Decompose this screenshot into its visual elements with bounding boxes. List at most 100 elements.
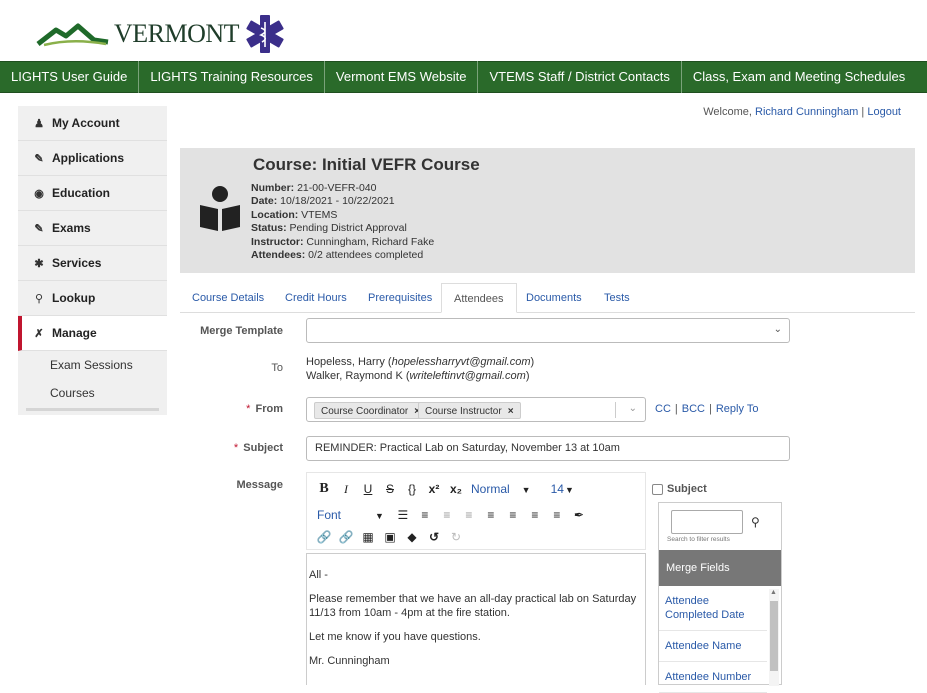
undo-icon[interactable]: ↺ [423, 530, 445, 544]
welcome-separator: | [858, 106, 868, 118]
font-family-dropdown[interactable]: Font ▼ [317, 508, 384, 522]
sidebar-item-manage[interactable]: ✗ Manage [18, 316, 167, 351]
logo-wordmark: VERMONT [114, 19, 240, 48]
field-value: 10/18/2021 - 10/22/2021 [277, 195, 395, 208]
tab-attendees[interactable]: Attendees [441, 283, 517, 313]
field-label: Status: [251, 222, 287, 235]
toolbar-row: B I U S {} x² x₂ Normal ▼ 14▼ [313, 477, 574, 501]
sidebar-item-label: Services [52, 256, 102, 270]
sidebar-scrollbar[interactable] [26, 407, 159, 411]
align-justify-icon[interactable]: ≡ [546, 508, 568, 522]
font-size-dropdown[interactable]: 14▼ [551, 482, 574, 496]
checkbox[interactable] [652, 483, 663, 495]
sidebar-item-my-account[interactable]: ♟ My Account [18, 106, 167, 141]
pen-icon[interactable]: ✒ [568, 508, 590, 522]
from-multiselect[interactable]: Course Coordinator× Course Instructor × ⌄ [306, 397, 646, 422]
tab-credit-hours[interactable]: Credit Hours [285, 283, 347, 313]
person-icon: ♟ [34, 117, 44, 130]
scroll-thumb[interactable] [770, 601, 778, 671]
nav-vermont-ems-website[interactable]: Vermont EMS Website [325, 61, 479, 93]
outdent-icon[interactable]: ≡ [436, 508, 458, 522]
recipient-email: writeleftinvt@gmail.com [409, 370, 526, 382]
graduation-cap-icon: ◉ [34, 187, 44, 200]
message-paragraph: All - [309, 569, 328, 581]
mountain-swoosh-icon [36, 23, 109, 47]
subject-merge-checkbox[interactable]: Subject [652, 483, 707, 495]
code-button[interactable]: {} [401, 482, 423, 496]
scroll-up-icon[interactable]: ▲ [770, 589, 777, 596]
redo-icon[interactable]: ↻ [445, 530, 467, 544]
message-paragraph: Mr. Cunningham [309, 655, 390, 667]
sidebar-item-services[interactable]: ✱ Services [18, 246, 167, 281]
italic-button[interactable]: I [335, 482, 357, 497]
welcome-prefix: Welcome, [703, 106, 756, 118]
subscript-button[interactable]: x₂ [445, 482, 467, 496]
tab-prerequisites[interactable]: Prerequisites [368, 283, 432, 313]
merge-field-item[interactable]: Attendee Completed Date [659, 586, 767, 631]
recipient-close: ) [530, 356, 535, 368]
tab-course-details[interactable]: Course Details [192, 283, 264, 313]
chip-remove-button[interactable]: × [508, 406, 514, 417]
merge-search-input[interactable] [671, 510, 743, 534]
align-center-icon[interactable]: ≡ [502, 508, 524, 522]
merge-fields-scrollbar[interactable]: ▲ [769, 589, 779, 686]
eraser-icon[interactable]: ◆ [401, 530, 423, 544]
message-editor[interactable]: All - Please remember that we have an al… [306, 553, 646, 685]
special-char-icon[interactable]: ▦ [357, 530, 379, 544]
merge-field-item[interactable]: Attendee Name [659, 631, 767, 662]
link-icon[interactable]: 🔗 [313, 530, 335, 544]
sidebar-item-exams[interactable]: ✎ Exams [18, 211, 167, 246]
nav-vtems-staff-contacts[interactable]: VTEMS Staff / District Contacts [478, 61, 682, 93]
unlink-icon[interactable]: 🔗 [335, 530, 357, 544]
align-left-icon[interactable]: ≡ [480, 508, 502, 522]
align-right-icon[interactable]: ≡ [524, 508, 546, 522]
chevron-down-icon[interactable]: ⌄ [629, 403, 637, 414]
search-icon[interactable]: ⚲ [751, 515, 760, 529]
recipient-email: hopelessharryvt@gmail.com [391, 356, 531, 368]
reply-to-link[interactable]: Reply To [716, 403, 759, 415]
from-label: * From [163, 403, 283, 415]
recipient-name: Hopeless, Harry ( [306, 356, 392, 368]
recipient-close: ) [525, 370, 530, 382]
underline-button[interactable]: U [357, 482, 379, 496]
nav-class-exam-meeting-schedules[interactable]: Class, Exam and Meeting Schedules [682, 61, 916, 93]
sidebar-item-applications[interactable]: ✎ Applications [18, 141, 167, 176]
sidebar-item-lookup[interactable]: ⚲ Lookup [18, 281, 167, 316]
bold-button[interactable]: B [313, 481, 335, 497]
logout-link[interactable]: Logout [867, 106, 901, 118]
chevron-down-icon: ⌄ [773, 324, 782, 335]
tab-documents[interactable]: Documents [526, 283, 582, 313]
reader-icon [200, 186, 240, 231]
sidebar-item-education[interactable]: ◉ Education [18, 176, 167, 211]
course-location-row: Location: VTEMS [251, 209, 434, 222]
bcc-link[interactable]: BCC [682, 403, 705, 415]
subject-input[interactable]: REMINDER: Practical Lab on Saturday, Nov… [306, 436, 790, 461]
subject-label: * Subject [163, 442, 283, 454]
sidebar-subitem-exam-sessions[interactable]: Exam Sessions [18, 351, 167, 379]
tab-tests[interactable]: Tests [604, 283, 630, 313]
field-label: Date: [251, 195, 278, 208]
from-chip-course-instructor: Course Instructor × [418, 402, 521, 419]
course-summary-panel: Course: Initial VEFR Course Number: 21-0… [180, 148, 915, 273]
merge-field-item[interactable]: Attendee Number [659, 662, 767, 693]
strikethrough-button[interactable]: S [379, 482, 401, 496]
format-dropdown[interactable]: Normal ▼ [471, 482, 531, 496]
merge-search-hint: Search to filter results [667, 536, 730, 543]
cc-link[interactable]: CC [655, 403, 671, 415]
merge-template-select[interactable]: ⌄ [306, 318, 790, 343]
top-navigation: LIGHTS User Guide LIGHTS Training Resour… [0, 61, 927, 93]
course-tabs: Course Details Credit Hours Prerequisite… [180, 283, 915, 313]
image-icon[interactable]: ▣ [379, 530, 401, 544]
numbered-list-icon[interactable]: ≡ [414, 508, 436, 522]
vermont-logo[interactable]: VERMONT [36, 8, 285, 60]
star-of-life-icon: ✱ [34, 257, 44, 270]
superscript-button[interactable]: x² [423, 482, 445, 496]
bullet-list-icon[interactable]: ☰ [392, 508, 414, 522]
nav-lights-user-guide[interactable]: LIGHTS User Guide [0, 61, 140, 93]
user-name-link[interactable]: Richard Cunningham [755, 106, 858, 118]
sidebar-subitem-courses[interactable]: Courses [18, 379, 167, 407]
field-label: Location: [251, 208, 299, 221]
nav-lights-training-resources[interactable]: LIGHTS Training Resources [139, 61, 325, 93]
toolbar-row: Font ▼ ☰ ≡ ≡ ≡ ≡ ≡ ≡ ≡ ✒ [317, 503, 590, 527]
indent-icon[interactable]: ≡ [458, 508, 480, 522]
